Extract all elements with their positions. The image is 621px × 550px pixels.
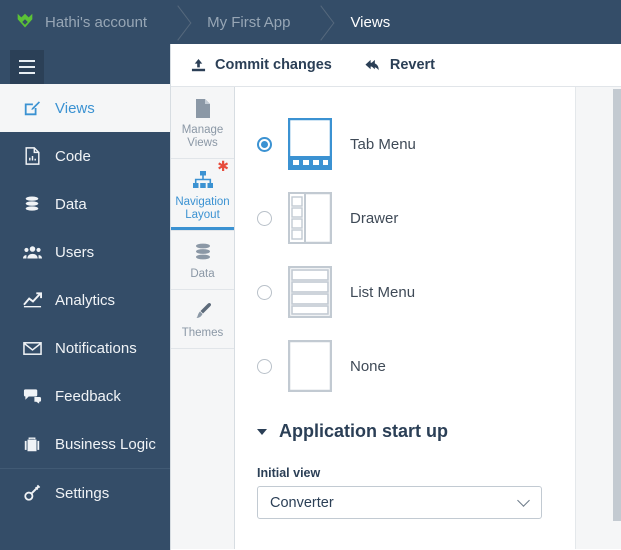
initial-view-label: Initial view bbox=[257, 466, 321, 480]
sidebar-item-label: Analytics bbox=[55, 291, 116, 309]
sidebar-item-users[interactable]: Users bbox=[0, 228, 170, 276]
tab-label: Themes bbox=[181, 327, 224, 339]
tab-manage-views[interactable]: Manage Views bbox=[171, 87, 234, 159]
sidebar-item-label: Feedback bbox=[55, 387, 121, 405]
breadcrumb-separator-2 bbox=[308, 0, 336, 44]
radio-list-menu[interactable] bbox=[257, 284, 272, 300]
sidebar-item-data[interactable]: Data bbox=[0, 180, 170, 228]
panel-right-gutter bbox=[575, 87, 613, 549]
sidebar-item-label: Data bbox=[55, 195, 87, 213]
revert-button[interactable]: Revert bbox=[364, 56, 435, 74]
commit-changes-button[interactable]: Commit changes bbox=[189, 56, 332, 74]
sidebar-item-label: Notifications bbox=[55, 339, 137, 357]
tab-menu-thumb-icon bbox=[287, 117, 333, 171]
sidebar-item-label: Code bbox=[55, 147, 91, 165]
briefcase-icon bbox=[22, 434, 42, 454]
application-startup-section-header[interactable]: Application start up bbox=[235, 403, 621, 452]
editor-tab-strip: Manage Views ✱ Navigation Layout Data Th… bbox=[171, 87, 235, 549]
drawer-thumb-icon bbox=[287, 191, 333, 245]
tab-themes[interactable]: Themes bbox=[171, 290, 234, 349]
layout-option-none[interactable]: None bbox=[235, 329, 621, 403]
sidebar-menu-toggle-button[interactable] bbox=[10, 50, 44, 84]
upload-icon bbox=[189, 56, 207, 74]
hamburger-icon-bar bbox=[19, 66, 35, 68]
database-icon bbox=[173, 240, 232, 264]
none-thumb-icon bbox=[287, 339, 333, 393]
content-area: Commit changes Revert Manage Views ✱ Nav… bbox=[170, 44, 621, 550]
undo-arrow-icon bbox=[364, 56, 382, 74]
comments-icon bbox=[22, 386, 42, 406]
layout-option-label: Drawer bbox=[350, 209, 399, 227]
layout-option-label: None bbox=[350, 357, 386, 375]
code-file-icon bbox=[22, 146, 42, 166]
layout-option-drawer[interactable]: Drawer bbox=[235, 181, 621, 255]
hamburger-icon-bar bbox=[19, 60, 35, 62]
paintbrush-icon bbox=[173, 299, 232, 323]
hamburger-icon-bar bbox=[19, 72, 35, 74]
breadcrumb-item-app[interactable]: My First App bbox=[193, 0, 308, 44]
envelope-icon bbox=[22, 338, 42, 358]
layout-option-label: Tab Menu bbox=[350, 135, 416, 153]
navigation-layout-panel: Tab Menu Drawer List Menu None Applicati… bbox=[235, 87, 621, 549]
sidebar-item-views[interactable]: Views bbox=[0, 84, 170, 132]
sidebar-item-label: Settings bbox=[55, 484, 110, 502]
breadcrumb-label: My First App bbox=[207, 13, 291, 31]
radio-none[interactable] bbox=[257, 358, 272, 374]
tab-label: Manage Views bbox=[181, 124, 224, 149]
unsaved-changes-marker: ✱ bbox=[217, 158, 229, 174]
sidebar-item-label: Views bbox=[55, 99, 95, 117]
sidebar-item-code[interactable]: Code bbox=[0, 132, 170, 180]
tab-label: Navigation Layout bbox=[175, 196, 230, 221]
breadcrumb-item-account[interactable]: Hathi's account bbox=[0, 0, 165, 44]
database-icon bbox=[22, 194, 42, 214]
caret-down-icon[interactable] bbox=[257, 428, 267, 435]
tab-label: Data bbox=[190, 268, 215, 280]
editor-body: Manage Views ✱ Navigation Layout Data Th… bbox=[171, 87, 621, 549]
commit-changes-label: Commit changes bbox=[215, 57, 332, 73]
initial-view-select[interactable]: Converter bbox=[257, 486, 542, 519]
editor-toolbar: Commit changes Revert bbox=[171, 44, 621, 87]
layout-option-label: List Menu bbox=[350, 283, 416, 301]
sidebar-item-label: Users bbox=[55, 243, 95, 261]
sidebar-item-analytics[interactable]: Analytics bbox=[0, 276, 170, 324]
tab-navigation-layout[interactable]: ✱ Navigation Layout bbox=[171, 159, 234, 231]
panel-scrollbar-thumb[interactable] bbox=[613, 89, 621, 521]
wrench-key-icon bbox=[22, 483, 42, 503]
breadcrumb-bar: Hathi's account My First App Views bbox=[0, 0, 621, 44]
sidebar-item-feedback[interactable]: Feedback bbox=[0, 372, 170, 420]
initial-view-value: Converter bbox=[270, 494, 334, 511]
chart-line-icon bbox=[22, 290, 42, 310]
main-sidebar: Views Code Data Users Analytics Notifica… bbox=[0, 44, 170, 550]
tab-data[interactable]: Data bbox=[171, 231, 234, 290]
breadcrumb-label: Hathi's account bbox=[45, 13, 148, 31]
appgyver-diamond-logo-icon bbox=[17, 13, 33, 28]
panel-scrollbar-track[interactable] bbox=[613, 87, 621, 549]
edit-square-icon bbox=[22, 98, 42, 118]
section-title: Application start up bbox=[279, 421, 449, 441]
page-icon bbox=[173, 96, 232, 120]
breadcrumb-separator-1 bbox=[165, 0, 193, 44]
chevron-down-icon bbox=[517, 494, 530, 507]
radio-tab-menu[interactable] bbox=[257, 136, 272, 152]
users-icon bbox=[22, 242, 42, 262]
sidebar-item-label: Business Logic bbox=[55, 435, 156, 453]
breadcrumb-label: Views bbox=[350, 13, 391, 31]
breadcrumb-item-views[interactable]: Views bbox=[336, 0, 408, 44]
sidebar-item-notifications[interactable]: Notifications bbox=[0, 324, 170, 372]
sidebar-item-business-logic[interactable]: Business Logic bbox=[0, 420, 170, 468]
revert-label: Revert bbox=[389, 57, 435, 73]
layout-option-list-menu[interactable]: List Menu bbox=[235, 255, 621, 329]
list-menu-thumb-icon bbox=[287, 265, 333, 319]
sidebar-item-settings[interactable]: Settings bbox=[0, 469, 170, 517]
radio-drawer[interactable] bbox=[257, 210, 272, 226]
layout-option-tab-menu[interactable]: Tab Menu bbox=[235, 107, 621, 181]
